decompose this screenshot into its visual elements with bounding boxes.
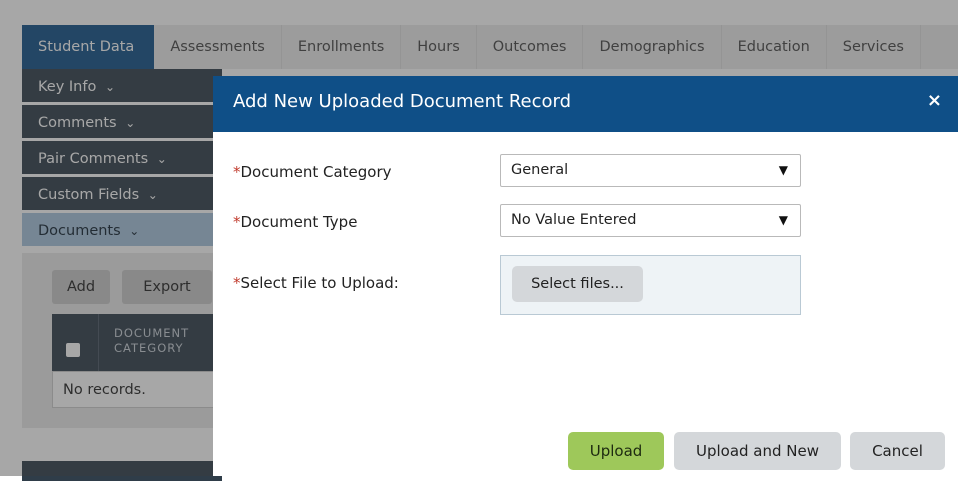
- file-drop-zone[interactable]: Select files...: [500, 255, 801, 315]
- document-type-value: No Value Entered: [511, 212, 637, 228]
- dialog-body: *Document Category General ▼ *Document T…: [213, 132, 958, 476]
- dialog-title: Add New Uploaded Document Record: [233, 91, 572, 112]
- add-document-dialog: Add New Uploaded Document Record × *Docu…: [213, 76, 958, 476]
- document-category-label: *Document Category: [233, 163, 392, 181]
- document-category-value: General: [511, 162, 569, 178]
- required-marker: *: [233, 163, 241, 181]
- dropdown-arrow-icon: ▼: [778, 213, 788, 227]
- document-type-label: *Document Type: [233, 213, 358, 231]
- select-files-button[interactable]: Select files...: [512, 266, 643, 302]
- dropdown-arrow-icon: ▼: [778, 163, 788, 177]
- document-category-select[interactable]: General ▼: [500, 154, 801, 187]
- required-marker: *: [233, 213, 241, 231]
- required-marker: *: [233, 274, 241, 292]
- upload-button[interactable]: Upload: [568, 432, 664, 470]
- cancel-button[interactable]: Cancel: [850, 432, 945, 470]
- dialog-header: Add New Uploaded Document Record ×: [213, 76, 958, 132]
- document-type-select[interactable]: No Value Entered ▼: [500, 204, 801, 237]
- close-icon[interactable]: ×: [927, 90, 942, 111]
- select-file-label: *Select File to Upload:: [233, 274, 399, 292]
- upload-and-new-button[interactable]: Upload and New: [674, 432, 841, 470]
